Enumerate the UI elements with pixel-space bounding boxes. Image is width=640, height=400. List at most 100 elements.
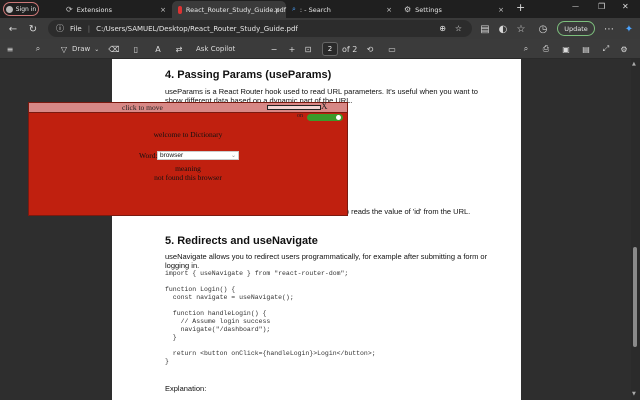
sign-in-button[interactable]: Sign in [3,2,39,16]
scrollbar-thumb[interactable] [633,247,637,347]
back-arrow-icon[interactable]: ← [6,22,20,36]
tab-settings[interactable]: ⚙ Settings × [398,1,510,18]
star-icon[interactable]: ☆ [455,24,462,33]
code-line: return <button onClick={handleLogin}>Log… [165,350,376,357]
tab-label: : - Search [299,5,331,14]
section-4-paragraph-line1: useParams is a React Router hook used to… [165,87,478,96]
scheme-label: File [70,24,82,33]
search-icon[interactable]: ⌕ [32,42,44,56]
draw-button[interactable]: Draw ⌄ [72,42,99,56]
tab-bar: Sign in ⟳ Extensions × React_Router_Stud… [0,0,640,18]
separator: | [87,24,91,33]
history-icon[interactable]: ◷ [536,22,550,36]
menu-icon[interactable]: ≡ [4,42,16,56]
code-line: // Assume login success [165,318,271,325]
ask-copilot-button[interactable]: Ask Copilot [196,42,235,56]
code-line: function Login() { [165,286,236,293]
chevron-down-icon[interactable]: ⌄ [231,152,236,159]
maximize-button[interactable]: ❐ [598,2,605,11]
close-icon[interactable]: × [274,6,280,14]
section-5-paragraph-line2: logging in. [165,261,200,270]
dictionary-popup: click to move X on welcome to Dictionary… [28,101,348,216]
new-tab-button[interactable]: + [516,1,525,14]
tab-search[interactable]: ⌕ : - Search × [286,1,398,18]
tab-label: Settings [415,5,442,14]
section-5-paragraph-line1: useNavigate allows you to redirect users… [165,252,488,261]
zoom-out-button[interactable]: − [268,42,280,56]
section-5-title: 5. Redirects and useNavigate [165,235,318,247]
zoom-icon[interactable]: ⊕ [439,24,446,33]
tab-extensions[interactable]: ⟳ Extensions × [60,1,172,18]
favorites-icon[interactable]: ☆ [514,22,528,36]
save-as-icon[interactable]: ▤ [580,42,592,56]
url-text: C:/Users/SAMUEL/Desktop/React_Router_Stu… [96,24,298,33]
close-icon[interactable]: × [386,6,392,14]
rotate-icon[interactable]: ⟲ [364,42,376,56]
eraser-icon[interactable]: ⌫ [108,42,120,56]
page-total: of 2 [342,44,358,54]
section-4-fragment: () reads the value of 'id' from the URL. [344,207,471,216]
toggle-knob [336,115,341,120]
zoom-in-button[interactable]: + [286,42,298,56]
on-off-toggle[interactable] [307,114,343,121]
find-icon[interactable]: ⌕ [520,42,532,56]
code-line: function handleLogin() { [165,310,267,317]
highlight-icon[interactable]: ▽ [58,42,70,56]
page-view-icon[interactable]: ▭ [386,42,398,56]
word-input[interactable]: browser ⌄ [157,151,239,160]
pdf-toolbar: ≡ ⌕ ▽ Draw ⌄ ⌫ ▯ A ⇄ Ask Copilot − + ⊡ 2… [0,39,640,59]
meaning-label: meaning [175,164,201,173]
code-line: const navigate = useNavigate(); [165,294,294,301]
read-aloud-icon[interactable]: A [152,42,164,56]
minimize-button[interactable]: — [572,2,579,10]
extensions-icon: ⟳ [66,5,73,14]
refresh-icon[interactable]: ↻ [26,22,40,36]
drag-handle[interactable]: click to move X [29,101,347,113]
word-label: Word: [139,151,158,160]
search-icon: ⌕ [292,5,296,13]
tab-pdf[interactable]: React_Router_Study_Guide.pdf × [172,1,286,18]
close-window-button[interactable]: ✕ [622,2,629,11]
drag-handle-label: click to move [122,103,163,112]
drag-bar[interactable] [267,105,321,110]
edge-copilot-icon[interactable]: ✦ [622,22,636,36]
settings-icon[interactable]: ⚙ [618,42,630,56]
copilot-icon[interactable]: ◐ [496,22,510,36]
close-popup-button[interactable]: X [321,101,328,111]
address-bar: ← ↻ ⓘ File | C:/Users/SAMUEL/Desktop/Rea… [0,18,640,39]
more-icon[interactable]: ⋯ [602,22,616,36]
code-line: } [165,358,169,365]
toggle-label: on [297,113,303,119]
update-button[interactable]: Update [557,21,595,36]
save-icon[interactable]: ▣ [560,42,572,56]
update-label: Update [564,24,588,33]
collections-icon[interactable]: ▤ [478,22,492,36]
result-text: not found this browser [154,173,222,182]
chevron-down-icon: ⌄ [94,45,100,53]
info-icon: ⓘ [56,24,64,33]
sign-in-label: Sign in [15,5,37,13]
fit-page-icon[interactable]: ⊡ [302,42,314,56]
close-icon[interactable]: × [160,6,166,14]
section-4-title: 4. Passing Params (useParams) [165,69,332,81]
tab-label: React_Router_Study_Guide.pdf [185,5,286,14]
code-block: import { useNavigate } from "react-route… [165,270,376,366]
code-line: navigate("/dashboard"); [165,326,271,333]
page-number-input[interactable]: 2 [322,42,338,56]
scroll-down-icon[interactable]: ▼ [632,391,636,397]
print-icon[interactable]: ⎙ [540,42,552,56]
url-field[interactable]: ⓘ File | C:/Users/SAMUEL/Desktop/React_R… [48,20,472,37]
ask-copilot-label: Ask Copilot [196,45,236,53]
translate-icon[interactable]: ⇄ [172,42,186,56]
fullscreen-icon[interactable]: ⤢ [600,42,612,56]
explanation-heading: Explanation: [165,384,207,393]
code-line: } [165,334,177,341]
welcome-text: welcome to Dictionary [153,130,223,139]
close-icon[interactable]: × [498,6,504,14]
sidebar-icon[interactable]: ▯ [130,42,142,56]
scrollbar[interactable]: ▲ ▼ [631,59,640,400]
scroll-up-icon[interactable]: ▲ [632,61,636,67]
